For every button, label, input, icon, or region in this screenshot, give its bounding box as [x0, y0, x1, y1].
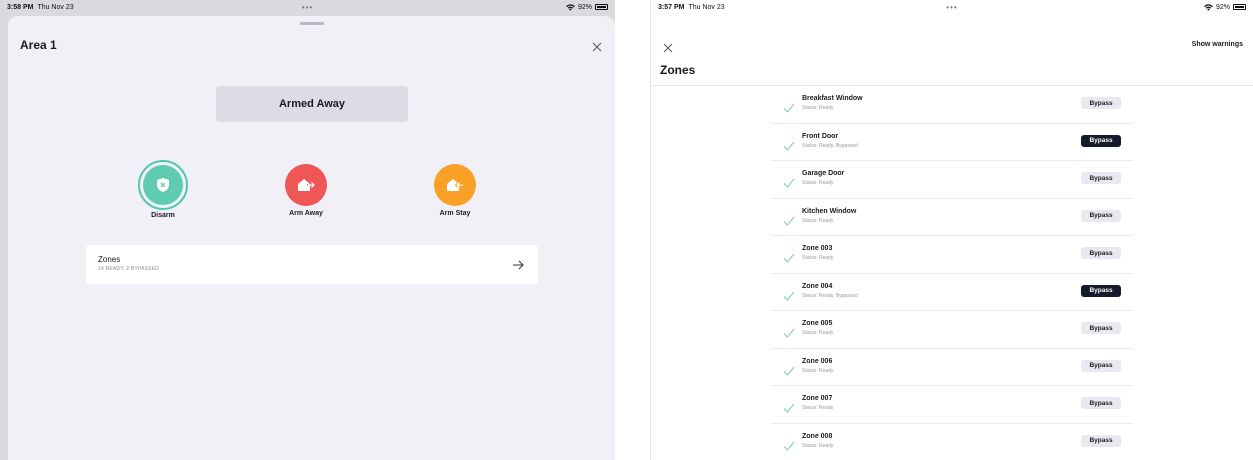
check-icon: [783, 138, 795, 151]
zone-row[interactable]: Zone 006 Status: Ready Bypass: [771, 349, 1133, 386]
bypass-button[interactable]: Bypass: [1081, 322, 1121, 334]
zones-card[interactable]: Zones 14 READY, 2 BYPASSED: [86, 245, 538, 284]
zone-status: Status: Ready: [802, 405, 834, 411]
zone-name: Garage Door: [802, 170, 845, 177]
show-warnings-button[interactable]: Show warnings: [1192, 41, 1243, 48]
bypass-button[interactable]: Bypass: [1081, 397, 1121, 409]
zone-status: Status: Ready: [802, 367, 834, 374]
zone-name: Zone 005: [802, 320, 833, 327]
status-date: Thu Nov 23: [37, 3, 74, 11]
battery-percent: 92%: [1215, 3, 1230, 11]
zone-name: Zone 008: [802, 432, 833, 440]
arm-away-label: Arm Away: [289, 210, 323, 217]
check-icon: [783, 250, 795, 263]
status-time: 3:57 PM: [658, 3, 685, 11]
zone-status: Status: Ready: [802, 180, 834, 186]
zones-card-summary: 14 READY, 2 BYPASSED: [98, 266, 160, 272]
wifi-icon: [1204, 3, 1213, 11]
page-title: Zones: [660, 63, 696, 77]
battery-percent: 92%: [577, 3, 592, 11]
zone-status: Status: Ready, Bypassed: [802, 142, 858, 149]
zone-status: Status: Ready: [802, 217, 834, 224]
bypass-button[interactable]: Bypass: [1081, 172, 1121, 184]
arm-away-button[interactable]: Arm Away: [266, 164, 346, 217]
bypass-button[interactable]: Bypass: [1081, 97, 1121, 109]
area-title: Area 1: [20, 38, 57, 52]
zone-row[interactable]: Zone 007 Status: Ready Bypass: [771, 386, 1133, 424]
arrow-right-icon: [512, 258, 524, 270]
close-icon[interactable]: [591, 40, 603, 52]
close-icon[interactable]: [663, 40, 673, 53]
zone-row[interactable]: Zone 008 Status: Ready Bypass: [771, 424, 1133, 460]
wifi-icon: [566, 3, 575, 11]
check-icon: [783, 438, 795, 451]
house-in-icon: [434, 164, 476, 206]
zone-row[interactable]: Garage Door Status: Ready Bypass: [771, 161, 1133, 199]
zone-status: Status: Ready: [802, 255, 834, 261]
zone-name: Zone 007: [802, 395, 833, 402]
arming-state: Armed Away: [216, 86, 408, 122]
status-time: 3:58 PM: [7, 3, 34, 11]
zone-name: Front Door: [802, 132, 839, 140]
check-icon: [783, 363, 795, 376]
status-date: Thu Nov 23: [688, 3, 725, 11]
zone-name: Kitchen Window: [802, 207, 857, 215]
bypass-button[interactable]: Bypass: [1081, 247, 1121, 259]
house-out-icon: [285, 164, 327, 206]
bypass-button[interactable]: Bypass: [1081, 284, 1121, 297]
zone-name: Zone 006: [802, 357, 833, 365]
check-icon: [783, 400, 795, 413]
bypass-button[interactable]: Bypass: [1081, 209, 1121, 222]
bypass-button[interactable]: Bypass: [1081, 359, 1121, 372]
zone-status: Status: Ready: [802, 105, 834, 111]
battery-icon: [595, 4, 608, 10]
zone-row[interactable]: Kitchen Window Status: Ready Bypass: [771, 199, 1133, 236]
zones-screen: 3:57 PM Thu Nov 23 ••• 92% Show warnings…: [650, 0, 1253, 460]
zone-status: Status: Ready, Bypassed: [802, 292, 858, 299]
arm-stay-label: Arm Stay: [439, 210, 471, 217]
status-bar: 3:58 PM Thu Nov 23 ••• 92%: [0, 0, 615, 14]
zone-name: Breakfast Window: [802, 95, 863, 102]
disarm-button[interactable]: Disarm: [123, 160, 203, 219]
check-icon: [783, 325, 795, 338]
battery-icon: [1233, 4, 1246, 10]
sheet-grabber[interactable]: [299, 22, 324, 25]
zone-row[interactable]: Front Door Status: Ready, Bypassed Bypass: [771, 124, 1133, 161]
area-screen: 3:58 PM Thu Nov 23 ••• 92% Area 1 Armed …: [0, 0, 615, 460]
zone-status: Status: Ready: [802, 330, 834, 336]
multitask-dots[interactable]: •••: [302, 3, 313, 12]
bypass-button[interactable]: Bypass: [1081, 434, 1121, 447]
status-bar: 3:57 PM Thu Nov 23 ••• 92%: [651, 0, 1253, 14]
zone-row[interactable]: Zone 005 Status: Ready Bypass: [771, 311, 1133, 349]
bypass-button[interactable]: Bypass: [1081, 134, 1121, 147]
zone-name: Zone 003: [802, 245, 833, 252]
zone-row[interactable]: Zone 003 Status: Ready Bypass: [771, 236, 1133, 274]
disarm-label: Disarm: [151, 212, 175, 219]
multitask-dots[interactable]: •••: [946, 3, 957, 12]
zone-row[interactable]: Zone 004 Status: Ready, Bypassed Bypass: [771, 274, 1133, 311]
check-icon: [783, 100, 795, 113]
zone-status: Status: Ready: [802, 442, 834, 449]
zone-row[interactable]: Breakfast Window Status: Ready Bypass: [771, 86, 1133, 124]
zone-list: Breakfast Window Status: Ready Bypass Front…: [771, 86, 1133, 460]
zones-card-title: Zones: [98, 255, 121, 264]
check-icon: [783, 288, 795, 301]
shield-x-icon: [143, 165, 183, 205]
area-sheet: Area 1 Armed Away Disarm Arm Away Arm St…: [8, 16, 615, 460]
arm-stay-button[interactable]: Arm Stay: [415, 164, 495, 217]
check-icon: [783, 175, 795, 188]
zone-name: Zone 004: [802, 282, 833, 290]
disarm-progress-ring: [138, 160, 188, 210]
check-icon: [783, 213, 795, 226]
